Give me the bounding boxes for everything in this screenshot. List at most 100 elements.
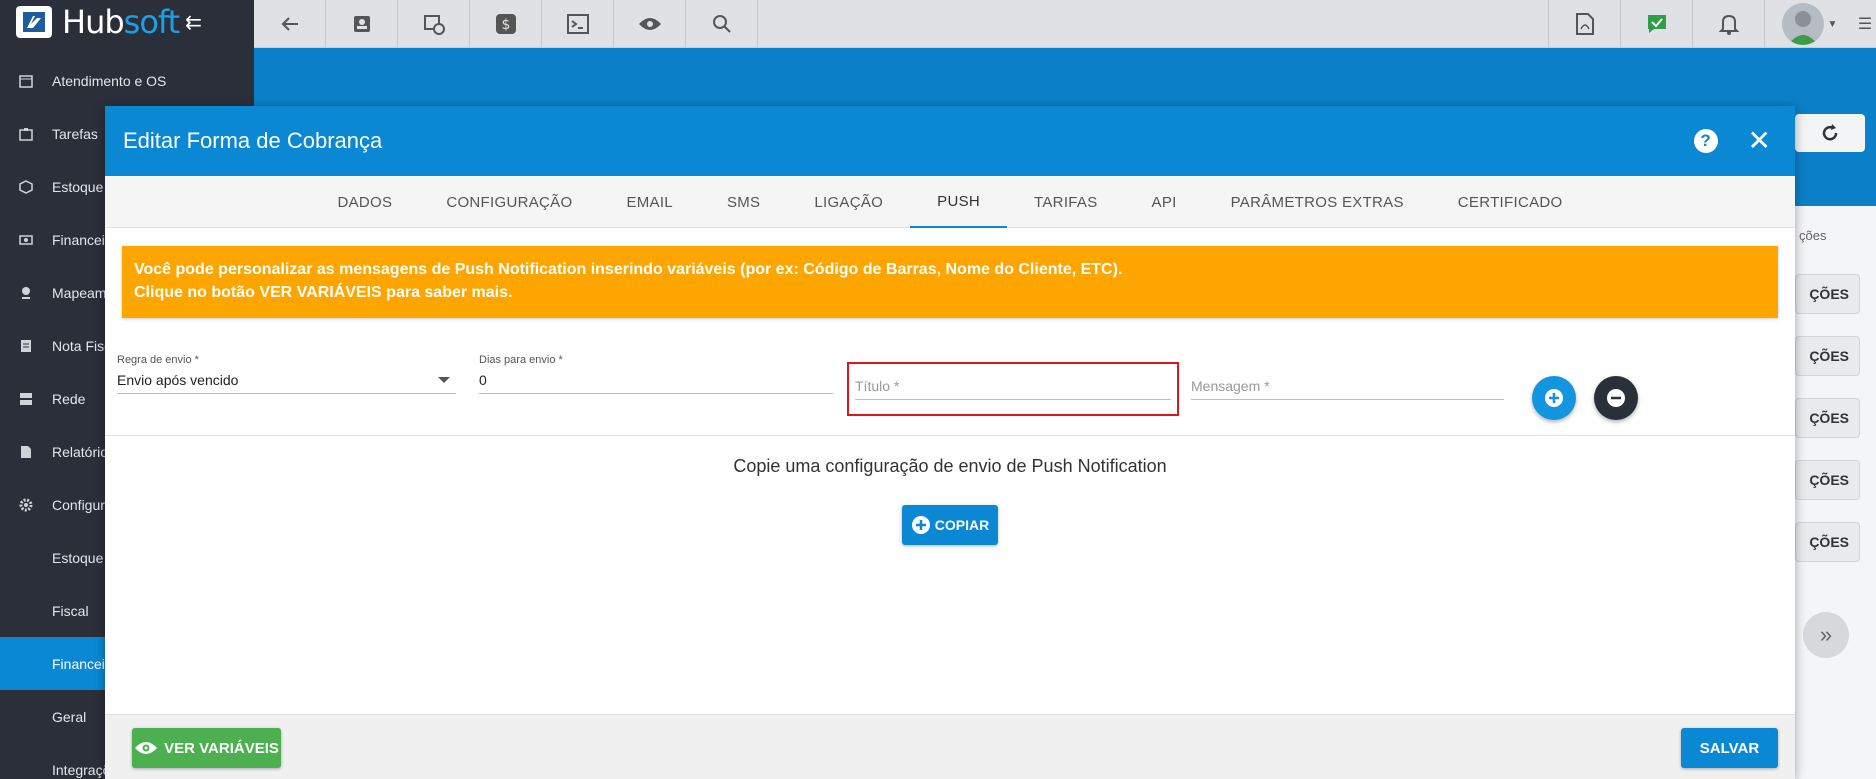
row-actions-button[interactable]: ÇÕES [1795, 522, 1860, 562]
brand: Hubsoft ⇇ [0, 0, 254, 44]
copy-config-text: Copie uma configuração de envio de Push … [733, 456, 1167, 476]
regra-envio-label: Regra de envio * [117, 354, 199, 366]
search-icon [712, 15, 731, 33]
more-menu-button[interactable]: ☰ [1854, 0, 1876, 48]
search-button[interactable] [686, 0, 758, 48]
arrow-left-icon [281, 17, 298, 31]
copy-button-label: COPIAR [934, 517, 990, 533]
tab-tarifas[interactable]: TARIFAS [1007, 176, 1125, 228]
report-icon [18, 444, 34, 460]
close-icon[interactable]: ✕ [1748, 127, 1771, 155]
push-config-row: Regra de envio * Envio após vencido Dias… [105, 318, 1795, 436]
document-icon [18, 338, 34, 354]
alert-line-2: Clique no botão VER VARIÁVEIS para saber… [134, 284, 513, 301]
alert-line-1: Você pode personalizar as mensagens de P… [134, 261, 1123, 278]
collapse-sidebar-icon[interactable]: ⇇ [185, 10, 202, 35]
tab-configuracao[interactable]: CONFIGURAÇÃO [419, 176, 599, 228]
topbar-right: ▼ ☰ [1548, 0, 1876, 48]
help-icon[interactable]: ? [1693, 129, 1718, 153]
tab-ligacao[interactable]: LIGAÇÃO [787, 176, 910, 228]
plus-circle-icon [911, 516, 930, 534]
save-button[interactable]: SALVAR [1681, 728, 1778, 768]
info-alert: Você pode personalizar as mensagens de P… [122, 246, 1778, 318]
regra-envio-value: Envio após vencido [117, 371, 239, 388]
edit-billing-modal: Editar Forma de Cobrança ? ✕ DADOS CONFI… [105, 106, 1795, 779]
double-chevron-right-icon: » [1819, 622, 1833, 647]
map-marker-icon [18, 285, 34, 301]
sidebar-item-label: Fiscal [52, 602, 89, 619]
tab-parametros-extras[interactable]: PARÂMETROS EXTRAS [1204, 176, 1431, 228]
row-actions-button[interactable]: ÇÕES [1795, 398, 1860, 438]
eye-icon [135, 742, 158, 754]
titulo-placeholder: Título * [855, 377, 900, 394]
gear-icon [18, 497, 34, 513]
mensagem-placeholder: Mensagem * [1191, 377, 1270, 394]
calendar-clock-icon [18, 73, 34, 89]
bell-icon [1718, 14, 1739, 35]
refresh-button[interactable] [1795, 114, 1865, 152]
dollar-icon: $ [495, 14, 516, 34]
pdf-icon [1575, 13, 1594, 35]
modal-footer: VER VARIÁVEIS SALVAR [105, 714, 1795, 779]
server-icon [18, 391, 34, 407]
refresh-icon [1822, 124, 1838, 141]
view-button[interactable] [614, 0, 686, 48]
list-icon: ☰ [1857, 16, 1873, 33]
finance-button[interactable]: $ [470, 0, 542, 48]
avatar [1781, 3, 1824, 45]
modal-title: Editar Forma de Cobrança [123, 128, 383, 153]
tab-dados[interactable]: DADOS [310, 176, 419, 228]
contacts-button[interactable] [326, 0, 398, 48]
schedule-button[interactable] [398, 0, 470, 48]
minus-circle-icon [1607, 389, 1625, 407]
caret-down-icon [438, 376, 450, 383]
table-column-header: ções [1799, 228, 1827, 243]
remove-row-button[interactable] [1594, 376, 1638, 420]
modal-header: Editar Forma de Cobrança ? ✕ [105, 106, 1795, 176]
titulo-field[interactable]: Título * [855, 372, 1171, 400]
tab-certificado[interactable]: CERTIFICADO [1431, 176, 1590, 228]
messages-button[interactable] [1620, 0, 1692, 48]
modal-tabs: DADOS CONFIGURAÇÃO EMAIL SMS LIGAÇÃO PUS… [105, 176, 1795, 228]
eye-icon [638, 18, 661, 30]
box-icon [18, 179, 34, 195]
sidebar-item-atendimento[interactable]: Atendimento e OS [0, 54, 254, 107]
row-actions-button[interactable]: ÇÕES [1795, 460, 1860, 500]
dias-envio-value: 0 [479, 371, 487, 388]
brand-name: Hubsoft [62, 3, 180, 41]
topbar: $ ▼ ☰ [254, 0, 1876, 48]
sidebar-item-label: Atendimento e OS [52, 72, 167, 89]
regra-envio-select[interactable]: Regra de envio * Envio após vencido [117, 354, 456, 394]
add-row-button[interactable] [1532, 376, 1576, 420]
terminal-button[interactable] [542, 0, 614, 48]
sidebar-item-label: Tarefas [52, 125, 98, 142]
plus-circle-icon [1545, 389, 1563, 407]
tasks-icon [18, 126, 34, 142]
money-icon [18, 232, 34, 248]
tab-push[interactable]: PUSH [910, 176, 1008, 228]
contact-card-icon [353, 16, 370, 32]
tab-email[interactable]: EMAIL [599, 176, 700, 228]
sidebar-item-label: Estoque [52, 549, 104, 566]
sidebar-item-label: Geral [52, 708, 87, 725]
expand-button[interactable]: » [1803, 612, 1849, 658]
row-actions-button[interactable]: ÇÕES [1795, 336, 1860, 376]
terminal-icon [566, 14, 589, 34]
tab-sms[interactable]: SMS [700, 176, 787, 228]
pdf-button[interactable] [1548, 0, 1620, 48]
user-menu[interactable]: ▼ [1764, 0, 1854, 48]
back-button[interactable] [254, 0, 326, 48]
notifications-button[interactable] [1692, 0, 1764, 48]
calendar-clock-icon [423, 15, 445, 35]
row-actions-button[interactable]: ÇÕES [1795, 274, 1860, 314]
dias-envio-label: Dias para envio * [479, 354, 563, 366]
copy-button[interactable]: COPIAR [902, 505, 998, 545]
view-variables-label: VER VARIÁVEIS [164, 739, 279, 757]
view-variables-button[interactable]: VER VARIÁVEIS [132, 728, 281, 768]
dias-envio-field[interactable]: Dias para envio * 0 [479, 354, 833, 394]
tab-api[interactable]: API [1125, 176, 1204, 228]
sidebar-item-label: Rede [52, 390, 86, 407]
mensagem-field[interactable]: Mensagem * [1191, 372, 1504, 400]
chat-check-icon [1647, 15, 1666, 33]
svg-text:$: $ [501, 17, 510, 33]
